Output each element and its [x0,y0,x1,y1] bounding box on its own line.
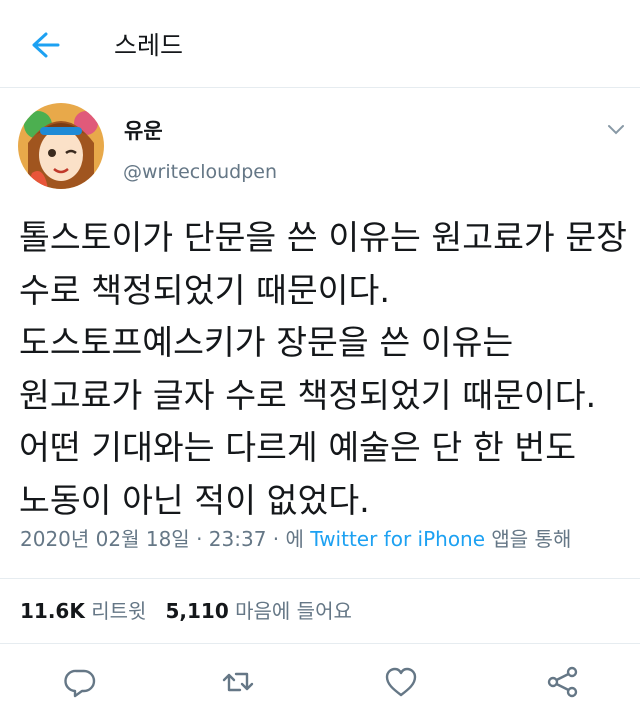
likes-count: 5,110 [165,599,229,623]
more-options-button[interactable] [605,122,627,138]
share-button[interactable] [545,664,581,700]
author-name[interactable]: 유운 [124,118,163,144]
retweets-stat[interactable]: 11.6K 리트윗 [20,599,146,623]
divider [0,578,640,579]
meta-separator: · 에 [266,527,311,551]
like-icon [385,667,417,697]
share-icon [547,666,578,698]
retweet-icon [222,672,254,692]
tweet-line: 노동이 아닌 적이 없었다. [19,480,370,520]
retweet-button[interactable] [220,664,256,700]
reply-button[interactable] [62,664,98,700]
back-button[interactable] [26,30,66,60]
tweet-line: 톨스토이가 단문을 쓴 이유는 원고료가 문장 [19,218,628,257]
avatar[interactable] [18,103,104,189]
tweet-text: 톨스토이가 단문을 쓴 이유는 원고료가 문장 수로 책정되었기 때문이다. 도… [19,212,629,527]
retweets-label: 리트윗 [91,599,147,623]
tweet-date: 2020년 02월 18일 [20,527,190,551]
tweet-line: 도스토프예스키가 장문을 쓴 이유는 [19,323,514,362]
header-bar: 스레드 [0,0,640,88]
likes-label: 마음에 들어요 [235,599,352,623]
tweet-line: 어떤 기대와는 다르게 예술은 단 한 번도 [19,428,577,467]
divider [0,643,640,644]
retweets-count: 11.6K [20,599,85,623]
like-button[interactable] [383,664,419,700]
tweet-line: 원고료가 글자 수로 책정되었기 때문이다. [19,375,597,415]
meta-suffix: 앱을 통해 [485,527,572,551]
arrow-left-icon [32,32,60,58]
page-title: 스레드 [114,31,184,60]
reply-icon [64,669,96,698]
meta-separator: · [189,527,209,551]
tweet-time: 23:37 [208,527,267,551]
tweet-stats: 11.6K 리트윗 5,110 마음에 들어요 [20,596,352,626]
likes-stat[interactable]: 5,110 마음에 들어요 [165,599,351,623]
avatar-image [18,103,104,189]
tweet-line: 수로 책정되었기 때문이다. [19,270,390,310]
author-handle[interactable]: @writecloudpen [123,160,277,184]
tweet-source-link[interactable]: Twitter for iPhone [310,527,485,551]
chevron-down-icon [608,125,624,135]
tweet-metadata: 2020년 02월 18일 · 23:37 · 에 Twitter for iP… [20,524,571,554]
